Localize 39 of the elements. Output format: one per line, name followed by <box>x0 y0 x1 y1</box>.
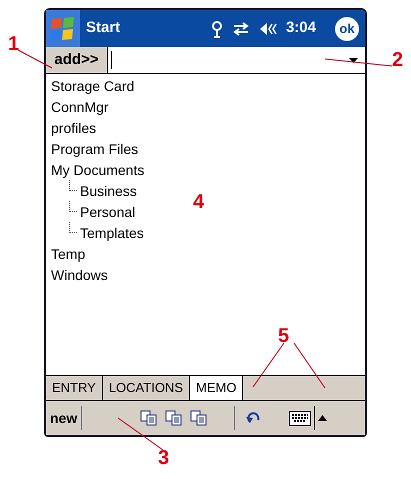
leader-line <box>294 342 326 388</box>
copy-icon[interactable] <box>190 410 208 426</box>
folder-name[interactable]: Program Files <box>51 142 138 156</box>
folder-name[interactable]: Personal <box>80 204 136 218</box>
new-button[interactable]: new <box>46 406 82 430</box>
dropdown-arrow-icon[interactable] <box>349 58 358 62</box>
folder-name[interactable]: Templates <box>80 226 144 240</box>
folder-name[interactable]: Temp <box>51 246 86 260</box>
tree-connector <box>69 201 77 212</box>
folder-name[interactable]: Storage Card <box>51 78 134 92</box>
leader-line <box>252 342 284 388</box>
callout-number: 1 <box>8 34 20 54</box>
copy-icon[interactable] <box>165 410 184 426</box>
callout-number: 2 <box>392 50 404 70</box>
sync-arrows-icon[interactable] <box>232 20 250 36</box>
callout-number: 4 <box>193 192 204 212</box>
clock-time[interactable]: 3:04 <box>286 17 316 40</box>
folder-name[interactable]: profiles <box>51 120 96 134</box>
up-arrow-icon[interactable] <box>318 415 328 421</box>
leader-line <box>118 418 164 450</box>
tab[interactable]: MEMO <box>190 376 244 400</box>
folder-name[interactable]: Windows <box>51 268 108 282</box>
folder-name[interactable]: My Documents <box>51 162 144 176</box>
ok-button[interactable]: ok <box>335 16 359 40</box>
keyboard-icon[interactable] <box>289 410 312 426</box>
callout-number: 3 <box>158 448 170 468</box>
windows-flag-icon[interactable] <box>46 10 80 47</box>
copy-icon[interactable] <box>140 410 158 426</box>
tree-connector <box>69 222 77 233</box>
tree-connector <box>69 180 77 191</box>
folder-name[interactable]: Business <box>80 184 137 198</box>
folder-name[interactable]: ConnMgr <box>51 100 109 114</box>
leader-line <box>324 58 392 66</box>
speaker-icon[interactable] <box>258 20 277 36</box>
leader-line <box>18 50 52 68</box>
callout-number: 5 <box>278 326 290 346</box>
window-title: Start <box>86 18 120 38</box>
antenna-icon[interactable] <box>210 20 223 38</box>
add-button[interactable]: add>> <box>46 47 108 73</box>
